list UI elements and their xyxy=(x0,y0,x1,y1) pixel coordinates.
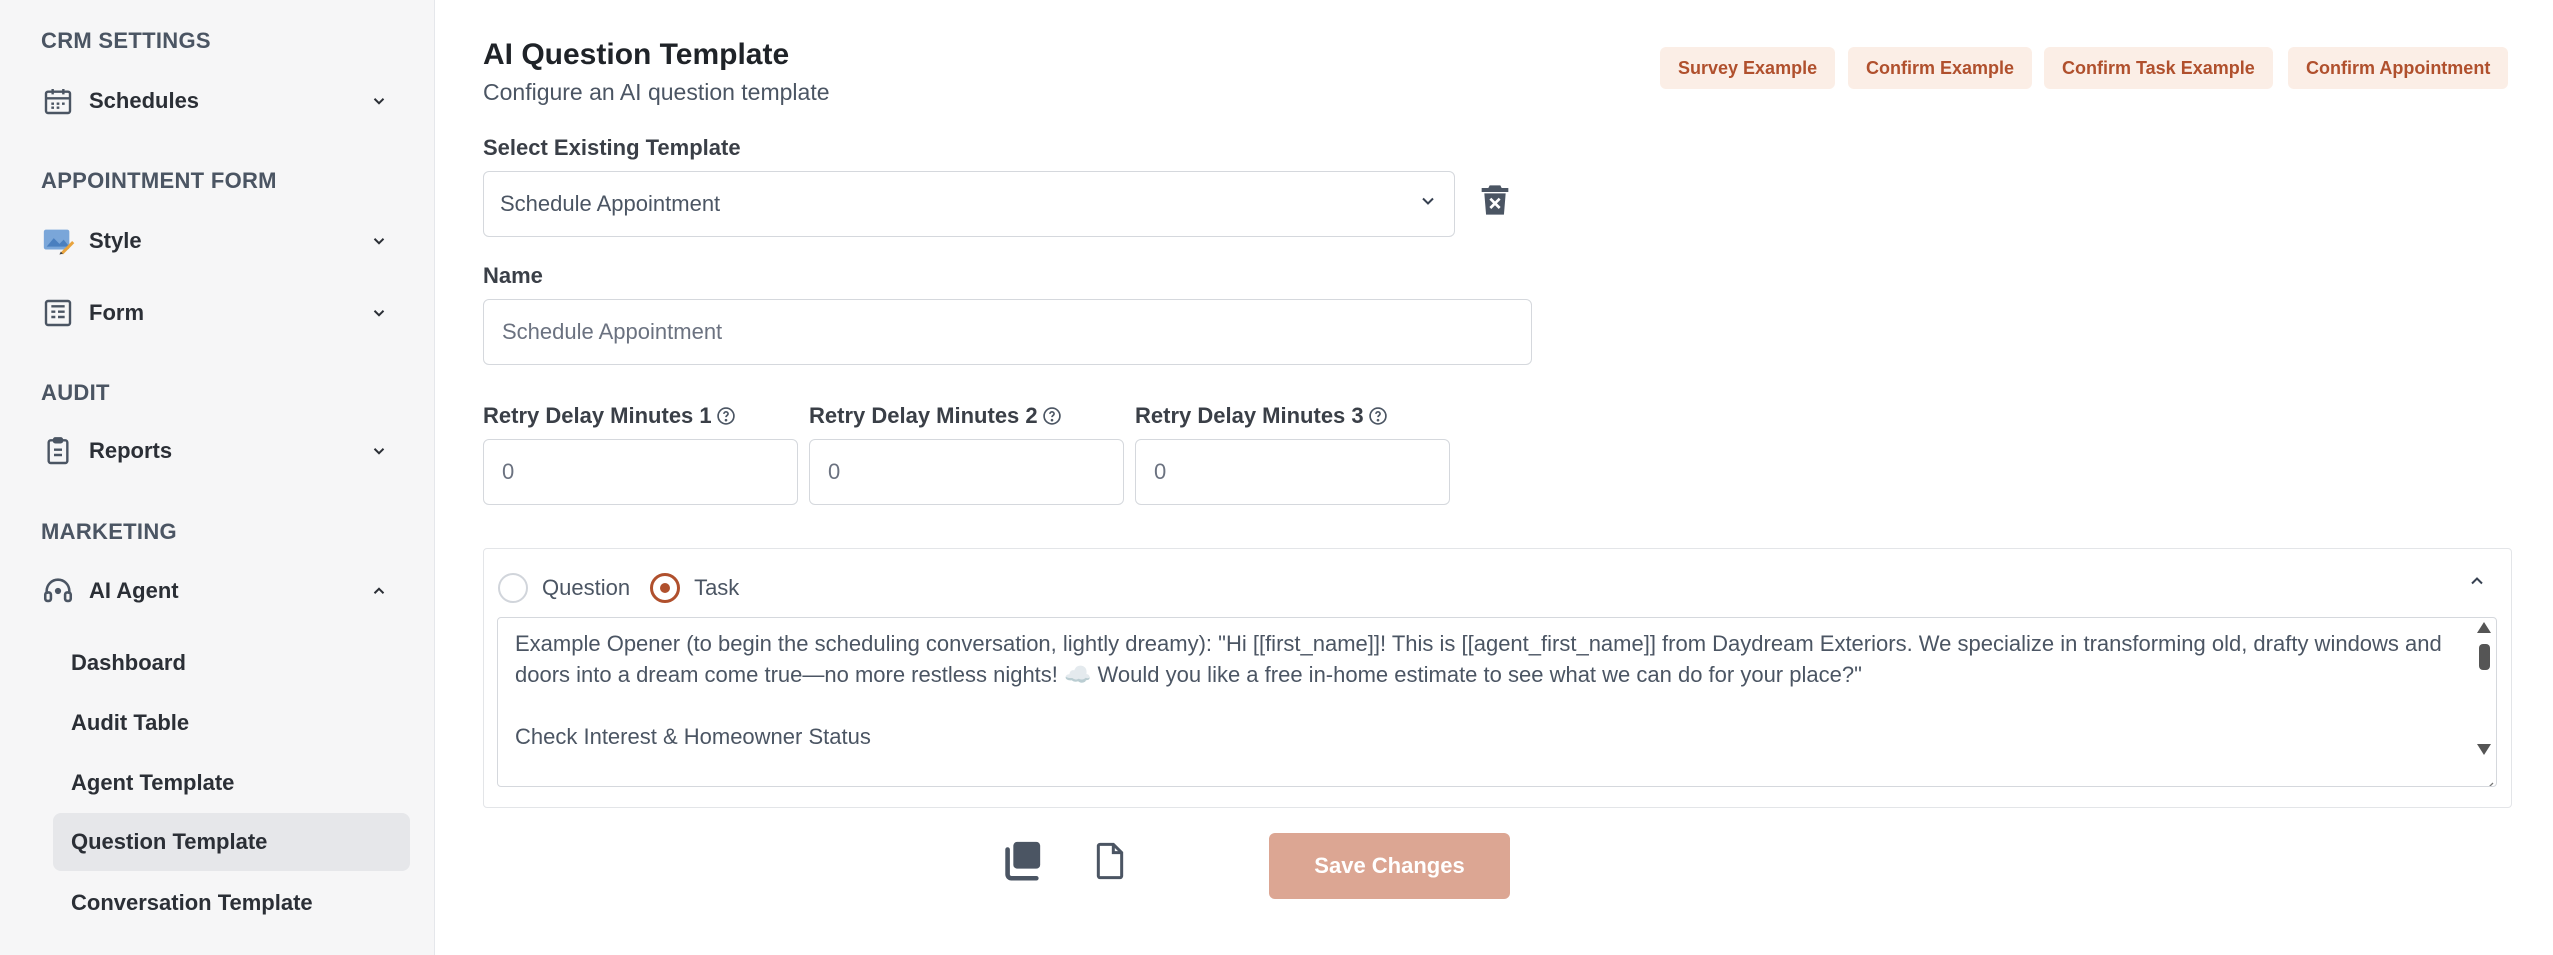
retry-delay-2-text: Retry Delay Minutes 2 xyxy=(809,403,1038,428)
content-line: Example Opener (to begin the scheduling … xyxy=(515,631,2448,687)
retry-delay-1-text: Retry Delay Minutes 1 xyxy=(483,403,712,428)
template-content-panel: Question Task Example Opener (to begin t… xyxy=(483,548,2512,808)
chevron-down-icon xyxy=(367,439,391,463)
sidebar-item-label: Schedules xyxy=(89,88,200,113)
save-changes-button[interactable]: Save Changes xyxy=(1269,833,1510,899)
scroll-down-arrow-icon[interactable] xyxy=(2477,744,2491,755)
retry-delay-2-label: Retry Delay Minutes 2 xyxy=(809,403,1062,429)
form-icon xyxy=(41,296,75,330)
content-line: Check Interest & Homeowner Status xyxy=(515,724,871,749)
retry-delay-1-label: Retry Delay Minutes 1 xyxy=(483,403,736,429)
retry-delay-3-label: Retry Delay Minutes 3 xyxy=(1135,403,1388,429)
scroll-up-arrow-icon[interactable] xyxy=(2477,622,2491,633)
name-input[interactable]: Schedule Appointment xyxy=(483,299,1532,365)
page-title: AI Question Template xyxy=(483,38,790,71)
sidebar-item-form[interactable]: Form xyxy=(41,293,391,333)
sidebar-item-label: AI Agent xyxy=(89,578,179,603)
template-select[interactable]: Schedule Appointment xyxy=(483,171,1455,237)
file-icon xyxy=(1090,839,1130,888)
textarea-scrollbar[interactable] xyxy=(2474,618,2496,786)
help-circle-icon[interactable] xyxy=(716,406,736,426)
sidebar-item-reports[interactable]: Reports xyxy=(41,431,391,471)
template-select-value: Schedule Appointment xyxy=(500,191,721,216)
sidebar-item-ai-agent[interactable]: AI Agent xyxy=(41,571,391,611)
sidebar-subitem-conversation-template[interactable]: Conversation Template xyxy=(53,874,410,932)
help-circle-icon[interactable] xyxy=(1042,406,1062,426)
confirm-example-button[interactable]: Confirm Example xyxy=(1848,47,2033,89)
collapse-panel-button[interactable] xyxy=(2463,567,2491,595)
chevron-down-icon xyxy=(367,229,391,253)
section-heading-audit: AUDIT xyxy=(41,380,110,405)
section-heading-marketing: MARKETING xyxy=(41,519,177,544)
retry-delay-2-input[interactable]: 0 xyxy=(809,439,1124,505)
page-subtitle: Configure an AI question template xyxy=(483,79,830,105)
headset-icon xyxy=(41,574,75,608)
chevron-down-icon xyxy=(1418,191,1438,217)
sidebar-subitem-audit-table[interactable]: Audit Table xyxy=(53,694,410,752)
retry-delay-3-input[interactable]: 0 xyxy=(1135,439,1450,505)
name-label: Name xyxy=(483,263,543,288)
trash-icon xyxy=(1479,182,1511,223)
select-template-label: Select Existing Template xyxy=(483,135,741,160)
scroll-thumb[interactable] xyxy=(2479,644,2490,670)
sidebar: CRM SETTINGS Schedules APPOINTMENT FORM … xyxy=(0,0,435,955)
confirm-task-example-button[interactable]: Confirm Task Example xyxy=(2044,47,2273,89)
task-radio[interactable] xyxy=(650,573,681,603)
chevron-up-icon xyxy=(2471,577,2483,585)
new-template-button[interactable] xyxy=(1085,838,1135,888)
chevron-down-icon xyxy=(367,89,391,113)
chevron-up-icon xyxy=(367,579,391,603)
task-radio-label[interactable]: Task xyxy=(694,575,739,601)
help-circle-icon[interactable] xyxy=(1368,406,1388,426)
duplicate-template-button[interactable] xyxy=(996,838,1046,888)
sidebar-item-schedules[interactable]: Schedules xyxy=(41,81,391,121)
retry-delay-1-input[interactable]: 0 xyxy=(483,439,798,505)
sidebar-item-label: Form xyxy=(89,300,144,325)
retry-delay-3-text: Retry Delay Minutes 3 xyxy=(1135,403,1364,428)
survey-example-button[interactable]: Survey Example xyxy=(1660,47,1836,89)
resize-grip-icon[interactable] xyxy=(2480,770,2494,786)
sidebar-subitem-agent-template[interactable]: Agent Template xyxy=(53,754,410,812)
section-heading-appointment-form: APPOINTMENT FORM xyxy=(41,168,277,193)
section-heading-crm-settings: CRM SETTINGS xyxy=(41,28,211,53)
calendar-icon xyxy=(41,84,75,118)
main-content: AI Question Template Configure an AI que… xyxy=(436,0,2553,955)
delete-template-button[interactable] xyxy=(1475,182,1515,222)
copy-icon xyxy=(998,838,1044,889)
sidebar-item-label: Reports xyxy=(89,438,173,463)
question-radio[interactable] xyxy=(498,573,528,603)
sidebar-subitem-question-template[interactable]: Question Template xyxy=(53,813,410,871)
sidebar-item-style[interactable]: Style xyxy=(41,221,391,261)
confirm-appointment-button[interactable]: Confirm Appointment xyxy=(2288,47,2509,89)
question-radio-label[interactable]: Question xyxy=(542,575,630,601)
clipboard-icon xyxy=(41,434,75,468)
sidebar-item-label: Style xyxy=(89,228,142,253)
paint-palette-icon xyxy=(41,224,75,258)
chevron-down-icon xyxy=(367,301,391,325)
template-content-textarea[interactable]: Example Opener (to begin the scheduling … xyxy=(497,617,2497,787)
sidebar-subitem-dashboard[interactable]: Dashboard xyxy=(53,634,410,692)
type-radio-group: Question Task xyxy=(498,573,759,603)
